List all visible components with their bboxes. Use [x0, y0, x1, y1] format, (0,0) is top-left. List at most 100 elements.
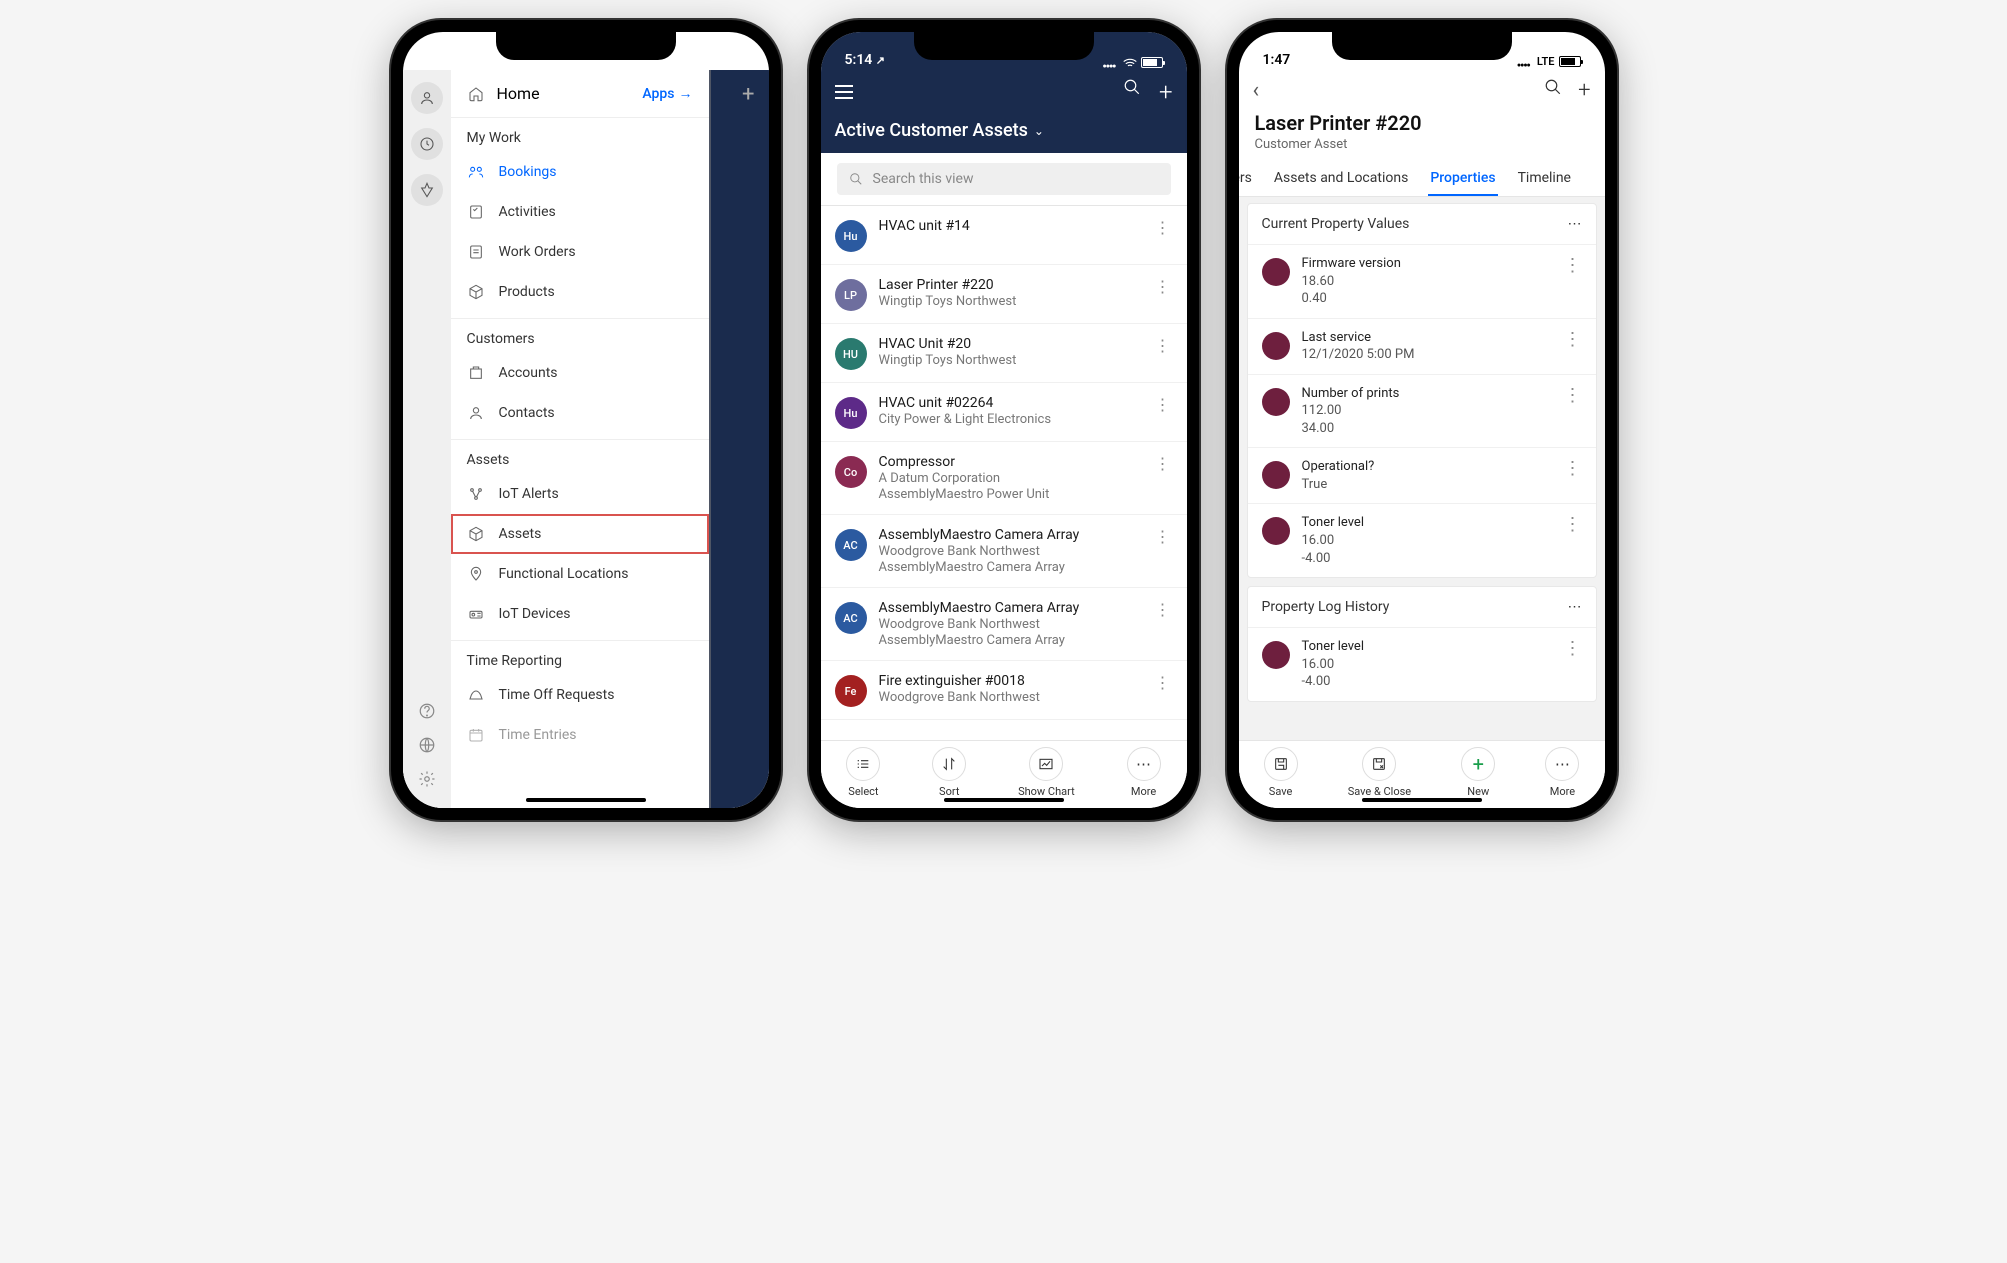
asset-row[interactable]: Fe Fire extinguisher #0018Woodgrove Bank… — [821, 661, 1187, 720]
property-row[interactable]: Operational?True ⋮ — [1248, 447, 1596, 503]
property-dot-icon — [1262, 388, 1290, 416]
nav-iot-devices[interactable]: IoT Devices — [451, 594, 709, 634]
asset-badge: Fe — [835, 675, 867, 707]
nav-assets[interactable]: Assets — [451, 514, 709, 554]
asset-badge: Co — [835, 456, 867, 488]
pin-icon[interactable] — [411, 174, 443, 206]
nav-activities[interactable]: Activities — [451, 192, 709, 232]
nav-accounts[interactable]: Accounts — [451, 353, 709, 393]
recent-icon[interactable] — [411, 128, 443, 160]
save-button[interactable]: Save — [1264, 747, 1298, 798]
back-icon[interactable]: ‹ — [1253, 78, 1260, 103]
nav-time-off[interactable]: Time Off Requests — [451, 675, 709, 715]
asset-badge: AC — [835, 602, 867, 634]
record-title: Laser Printer #220 — [1255, 111, 1589, 135]
asset-badge: Hu — [835, 220, 867, 252]
nav-contacts[interactable]: Contacts — [451, 393, 709, 433]
status-bar: 1:47 LTE — [1239, 32, 1605, 70]
row-more-icon[interactable]: ⋮ — [1151, 277, 1173, 296]
property-row[interactable]: Firmware version18.600.40 ⋮ — [1248, 244, 1596, 318]
add-icon[interactable]: + — [1578, 78, 1590, 103]
row-more-icon[interactable]: ⋮ — [1151, 673, 1173, 692]
asset-list[interactable]: Hu HVAC unit #14 ⋮LP Laser Printer #220W… — [821, 206, 1187, 740]
property-dot-icon — [1262, 332, 1290, 360]
property-row[interactable]: Number of prints112.0034.00 ⋮ — [1248, 374, 1596, 448]
accounts-icon — [467, 365, 485, 381]
select-button[interactable]: Select — [846, 747, 880, 798]
row-more-icon[interactable]: ⋮ — [1151, 336, 1173, 355]
gear-icon[interactable] — [418, 770, 436, 792]
home-indicator[interactable] — [526, 798, 646, 802]
assets-icon — [467, 526, 485, 542]
row-more-icon[interactable]: ⋮ — [1151, 527, 1173, 546]
phone-nav-drawer: + Home Apps → My Work — [391, 20, 781, 820]
card-more-icon[interactable]: ⋯ — [1568, 216, 1582, 232]
apps-link[interactable]: Apps → — [642, 85, 692, 102]
property-dot-icon — [1262, 461, 1290, 489]
asset-row[interactable]: Co CompressorA Datum CorporationAssembly… — [821, 442, 1187, 515]
contacts-icon — [467, 405, 485, 421]
property-dot-icon — [1262, 517, 1290, 545]
row-more-icon[interactable]: ⋮ — [1151, 454, 1173, 473]
row-more-icon[interactable]: ⋮ — [1564, 458, 1582, 479]
property-row[interactable]: Toner level16.00-4.00 ⋮ — [1248, 503, 1596, 577]
record-subtitle: Customer Asset — [1255, 137, 1589, 152]
home-indicator[interactable] — [1362, 798, 1482, 802]
property-row[interactable]: Toner level16.00-4.00 ⋮ — [1248, 627, 1596, 701]
menu-icon[interactable] — [835, 85, 853, 99]
asset-row[interactable]: AC AssemblyMaestro Camera ArrayWoodgrove… — [821, 588, 1187, 661]
row-more-icon[interactable]: ⋮ — [1564, 638, 1582, 659]
more-button[interactable]: ⋯More — [1545, 747, 1579, 798]
more-button[interactable]: ⋯More — [1127, 747, 1161, 798]
asset-row[interactable]: HU HVAC Unit #20Wingtip Toys Northwest ⋮ — [821, 324, 1187, 383]
search-input[interactable]: Search this view — [837, 163, 1171, 195]
home-indicator[interactable] — [944, 798, 1064, 802]
asset-row[interactable]: LP Laser Printer #220Wingtip Toys Northw… — [821, 265, 1187, 324]
globe-icon[interactable] — [418, 736, 436, 758]
asset-badge: LP — [835, 279, 867, 311]
section-time: Time Reporting — [451, 641, 709, 675]
nav-iot-alerts[interactable]: IoT Alerts — [451, 474, 709, 514]
nav-bookings[interactable]: Bookings — [451, 152, 709, 192]
new-button[interactable]: +New — [1461, 747, 1495, 798]
tab-cut[interactable]: ers — [1239, 162, 1254, 196]
plus-icon[interactable]: + — [728, 70, 768, 119]
row-more-icon[interactable]: ⋮ — [1564, 385, 1582, 406]
asset-badge: Hu — [835, 397, 867, 429]
row-more-icon[interactable]: ⋮ — [1151, 395, 1173, 414]
save-close-button[interactable]: Save & Close — [1348, 747, 1411, 798]
view-title[interactable]: Active Customer Assets ⌄ — [835, 120, 1173, 141]
add-icon[interactable]: + — [1159, 78, 1173, 106]
row-more-icon[interactable]: ⋮ — [1151, 600, 1173, 619]
nav-functional-locations[interactable]: Functional Locations — [451, 554, 709, 594]
nav-workorders[interactable]: Work Orders — [451, 232, 709, 272]
asset-row[interactable]: Hu HVAC unit #14 ⋮ — [821, 206, 1187, 265]
property-row[interactable]: Last service12/1/2020 5:00 PM ⋮ — [1248, 318, 1596, 374]
left-rail — [403, 70, 451, 808]
nav-products[interactable]: Products — [451, 272, 709, 312]
phone-asset-detail: 1:47 LTE ‹ + Laser Printer #220 Customer… — [1227, 20, 1617, 820]
sort-button[interactable]: Sort — [932, 747, 966, 798]
tab-assets-locations[interactable]: Assets and Locations — [1272, 162, 1410, 196]
help-icon[interactable] — [418, 702, 436, 724]
iot-devices-icon — [467, 606, 485, 622]
row-more-icon[interactable]: ⋮ — [1151, 218, 1173, 237]
tab-properties[interactable]: Properties — [1428, 162, 1497, 196]
nav-home[interactable]: Home — [497, 84, 540, 103]
nav-time-entries[interactable]: Time Entries — [451, 715, 709, 755]
search-icon[interactable] — [1123, 78, 1141, 106]
row-more-icon[interactable]: ⋮ — [1564, 514, 1582, 535]
tab-timeline[interactable]: Timeline — [1516, 162, 1573, 196]
search-icon[interactable] — [1544, 78, 1562, 103]
profile-icon[interactable] — [411, 82, 443, 114]
asset-row[interactable]: AC AssemblyMaestro Camera ArrayWoodgrove… — [821, 515, 1187, 588]
timeentries-icon — [467, 727, 485, 743]
show-chart-button[interactable]: Show Chart — [1018, 747, 1075, 798]
section-assets: Assets — [451, 440, 709, 474]
iot-alerts-icon — [467, 486, 485, 502]
row-more-icon[interactable]: ⋮ — [1564, 255, 1582, 276]
chevron-down-icon: ⌄ — [1034, 124, 1044, 138]
card-more-icon[interactable]: ⋯ — [1568, 599, 1582, 615]
asset-row[interactable]: Hu HVAC unit #02264City Power & Light El… — [821, 383, 1187, 442]
row-more-icon[interactable]: ⋮ — [1564, 329, 1582, 350]
